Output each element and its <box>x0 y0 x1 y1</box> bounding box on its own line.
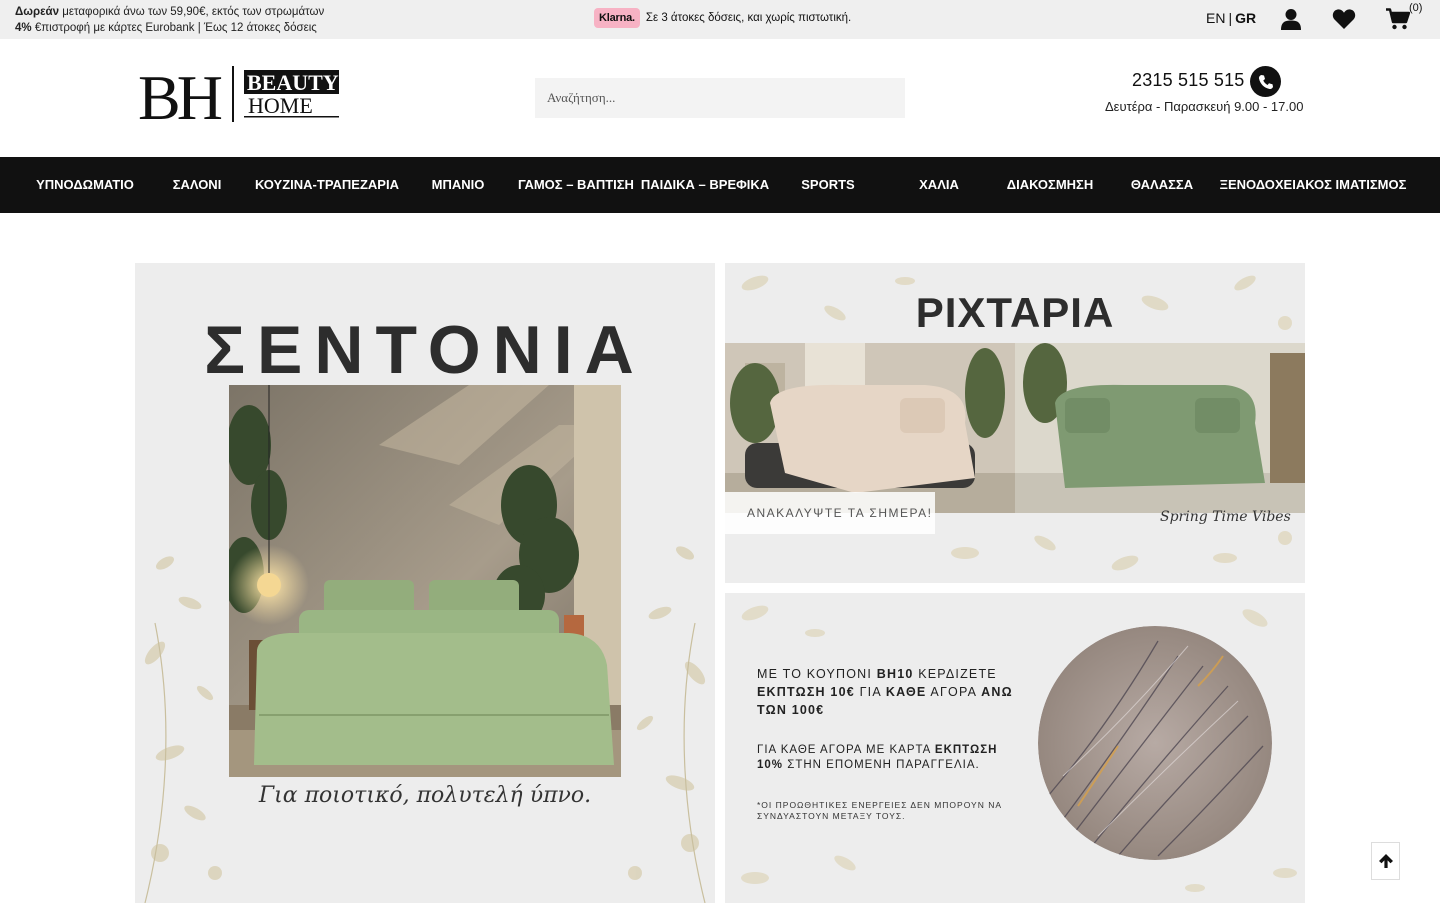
throws-title: ΡΙΧΤΑΡΙΑ <box>915 289 1115 336</box>
nav-item-sports[interactable]: SPORTS <box>801 157 854 213</box>
phone-number[interactable]: 2315 515 515 <box>1132 70 1245 91</box>
heart-icon <box>1332 9 1356 29</box>
site-logo[interactable]: BH BEAUTY HOME <box>138 62 343 133</box>
promo-line1-text: μεταφορικά άνω των 59,90€, εκτός των στρ… <box>59 6 325 18</box>
klarna-promo[interactable]: Klarna. Σε 3 άτοκες δόσεις, και χωρίς πι… <box>594 8 851 28</box>
nav-item-rugs[interactable]: ΧΑΛΙΑ <box>919 157 959 213</box>
promo-line2-bold: 4% <box>15 22 32 34</box>
lang-separator: | <box>1228 10 1233 26</box>
cart-icon <box>1386 8 1410 30</box>
account-button[interactable] <box>1278 6 1304 32</box>
throws-cta-button[interactable]: ΑΝΑΚΑΛΥΨΤΕ ΤΑ ΣΗΜΕΡΑ! <box>725 492 935 534</box>
throws-photo <box>725 343 1305 513</box>
logo-word-beauty: BEAUTY <box>247 70 339 95</box>
logo-initials: BH <box>138 64 222 124</box>
arrow-up-icon <box>1378 854 1393 868</box>
sheets-title: ΣΕΝΤΟΝΙΑ <box>204 312 646 388</box>
sheets-caption: Για ποιοτικό, πολυτελή ύπνο. <box>258 783 592 808</box>
top-bar: Δωρεάν μεταφορικά άνω των 59,90€, εκτός … <box>0 0 1440 39</box>
nav-item-decoration[interactable]: ΔΙΑΚΟΣΜΗΣΗ <box>1007 157 1093 213</box>
lang-en-link[interactable]: EN <box>1206 10 1225 26</box>
search-input[interactable] <box>535 78 905 118</box>
nav-item-bedroom[interactable]: ΥΠΝΟΔΩΜΑΤΙΟ <box>36 157 134 213</box>
user-icon <box>1281 9 1301 30</box>
nav-item-hotel-linen[interactable]: ΞΕΝΟΔΟΧΕΙΑΚΟΣ ΙΜΑΤΙΣΜΟΣ <box>1220 157 1407 213</box>
nav-item-kids-baby[interactable]: ΠΑΙΔΙΚΑ – ΒΡΕΦΙΚΑ <box>641 157 769 213</box>
bedroom-photo <box>229 385 621 777</box>
nav-item-living-room[interactable]: ΣΑΛΟΝΙ <box>173 157 222 213</box>
coupon-text-c: ΓΙΑ <box>854 685 886 699</box>
coupon-text-b: ΚΕΡΔΙΖΕΤΕ <box>913 667 997 681</box>
coupon-discount: ΕΚΠΤΩΣΗ 10€ <box>757 685 855 699</box>
klarna-text: Σε 3 άτοκες δόσεις, και χωρίς πιστωτική. <box>645 12 852 24</box>
scroll-to-top-button[interactable] <box>1371 842 1400 880</box>
phone-button[interactable] <box>1250 66 1281 97</box>
sheets-banner[interactable]: ΣΕΝΤΟΝΙΑ Για ποιοτικό, πολυτελή ύπνο. <box>135 263 715 903</box>
coupon-code: BH10 <box>876 667 914 681</box>
throws-banner[interactable]: ΡΙΧΤΑΡΙΑ ΑΝΑΚΑΛΥΨΤΕ ΤΑ ΣΗΜΕΡΑ! Spring Ti… <box>725 263 1305 583</box>
nav-item-kitchen-dining[interactable]: ΚΟΥΖΙΝΑ-ΤΡΑΠΕΖΑΡΙΑ <box>255 157 399 213</box>
coupon-text-d: ΑΓΟΡΑ <box>926 685 982 699</box>
nav-item-bathroom[interactable]: ΜΠΑΝΙΟ <box>432 157 485 213</box>
floral-decoration <box>628 546 706 903</box>
language-switcher: EN | GR <box>1206 10 1256 26</box>
promo-text: Δωρεάν μεταφορικά άνω των 59,90€, εκτός … <box>15 4 324 36</box>
nav-item-sea[interactable]: ΘΑΛΑΣΣΑ <box>1131 157 1193 213</box>
cart-count: (0) <box>1409 2 1423 14</box>
opening-hours: Δευτέρα - Παρασκευή 9.00 - 17.00 <box>1105 99 1304 114</box>
main-nav: ΥΠΝΟΔΩΜΑΤΙΟ ΣΑΛΟΝΙ ΚΟΥΖΙΝΑ-ΤΡΑΠΕΖΑΡΙΑ ΜΠ… <box>0 157 1440 213</box>
logo-word-home: HOME <box>248 93 313 118</box>
card-offer-a: ΓΙΑ ΚΑΘΕ ΑΓΟΡΑ ΜΕ ΚΑΡΤΑ <box>757 744 935 756</box>
nav-item-wedding-baptism[interactable]: ΓΑΜΟΣ – ΒΑΠΤΙΣΗ <box>518 157 634 213</box>
coupon-banner[interactable]: ΜΕ ΤΟ ΚΟΥΠΟΝΙ BH10 ΚΕΡΔΙΖΕΤΕ ΕΚΠΤΩΣΗ 10€… <box>725 593 1305 903</box>
wishlist-button[interactable] <box>1331 6 1357 32</box>
klarna-logo: Klarna. <box>594 8 640 28</box>
spring-signature: Spring Time Vibes <box>1160 509 1291 525</box>
card-offer-c: ΣΤΗΝ ΕΠΟΜΕΝΗ ΠΑΡΑΓΓΕΛΙΑ. <box>783 759 980 771</box>
round-rug-image <box>1038 626 1272 860</box>
promo-disclaimer: *ΟΙ ΠΡΟΩΘΗΤΙΚΕΣ ΕΝΕΡΓΕΙΕΣ ΔΕΝ ΜΠΟΡΟΥΝ ΝΑ… <box>757 800 1002 821</box>
phone-icon <box>1258 74 1273 89</box>
coupon-offer-text: ΜΕ ΤΟ ΚΟΥΠΟΝΙ BH10 ΚΕΡΔΙΖΕΤΕ ΕΚΠΤΩΣΗ 10€… <box>757 665 1027 719</box>
coupon-every: ΚΑΘΕ <box>885 685 927 699</box>
cart-button[interactable] <box>1385 6 1411 32</box>
promo-line1-bold: Δωρεάν <box>15 6 60 18</box>
card-offer-text: ΓΙΑ ΚΑΘΕ ΑΓΟΡΑ ΜΕ ΚΑΡΤΑ ΕΚΠΤΩΣΗ 10% ΣΤΗΝ… <box>757 743 1027 773</box>
lang-gr-link[interactable]: GR <box>1235 10 1256 26</box>
coupon-text-a: ΜΕ ΤΟ ΚΟΥΠΟΝΙ <box>757 667 877 681</box>
promo-line2-text: €πιστροφή με κάρτες Eurobank | Έως 12 άτ… <box>31 22 317 34</box>
